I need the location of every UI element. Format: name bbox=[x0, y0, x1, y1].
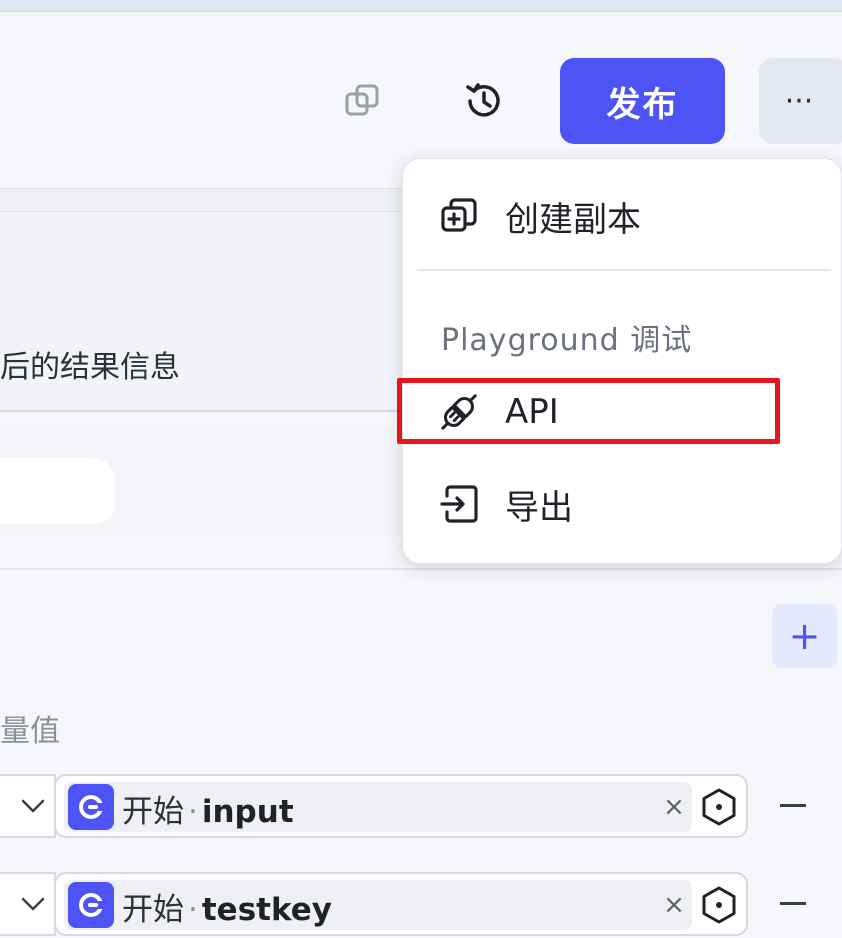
more-options-button[interactable]: ··· bbox=[759, 58, 842, 144]
menu-item-duplicate[interactable]: 创建副本 bbox=[421, 181, 831, 251]
hexagon-icon bbox=[702, 788, 736, 826]
minus-icon bbox=[780, 901, 806, 905]
chevron-down-icon bbox=[21, 799, 45, 813]
section-divider bbox=[0, 568, 842, 570]
menu-group-label: Playground 调试 bbox=[441, 323, 693, 358]
variable-name: testkey bbox=[201, 892, 332, 928]
menu-item-export[interactable]: 导出 bbox=[421, 469, 831, 539]
history-button[interactable] bbox=[458, 72, 510, 130]
param-row: 开始 · testkey × bbox=[0, 872, 842, 936]
variable-value-label: 量值 bbox=[0, 714, 60, 749]
reference-tag: 开始 · input × bbox=[64, 782, 692, 832]
variable-name: input bbox=[201, 794, 294, 830]
hexagon-icon bbox=[702, 886, 736, 924]
node-name: 开始 bbox=[122, 892, 184, 928]
variable-picker-button[interactable] bbox=[698, 884, 740, 926]
param-row: 开始 · input × bbox=[0, 774, 842, 838]
reference-text: 开始 · testkey bbox=[122, 884, 332, 929]
remove-param-button[interactable] bbox=[774, 884, 812, 922]
output-input-field[interactable] bbox=[0, 458, 115, 524]
duplicate-icon bbox=[439, 196, 479, 236]
node-name: 开始 bbox=[122, 794, 184, 830]
panel-header-divider bbox=[0, 188, 420, 212]
copy-icon bbox=[345, 84, 379, 116]
minus-icon bbox=[780, 803, 806, 807]
reference-tag: 开始 · testkey × bbox=[64, 880, 692, 930]
separator: · bbox=[188, 794, 198, 830]
start-node-icon bbox=[68, 882, 114, 928]
add-variable-button[interactable]: + bbox=[772, 604, 837, 668]
separator: · bbox=[188, 892, 198, 928]
publish-button[interactable]: 发布 bbox=[560, 58, 725, 144]
more-options-menu: 创建副本 Playground 调试 API 导出 bbox=[402, 158, 842, 564]
type-select[interactable] bbox=[0, 774, 56, 838]
output-description-text: 后的结果信息 bbox=[0, 350, 180, 385]
variable-picker-button[interactable] bbox=[698, 786, 740, 828]
export-icon bbox=[439, 484, 479, 524]
chevron-down-icon bbox=[21, 897, 45, 911]
window-top-strip bbox=[0, 0, 842, 12]
history-icon bbox=[466, 83, 500, 117]
reference-text: 开始 · input bbox=[122, 786, 294, 831]
clear-reference-button[interactable]: × bbox=[658, 888, 690, 922]
menu-item-label: 导出 bbox=[505, 487, 573, 528]
type-select[interactable] bbox=[0, 872, 56, 936]
menu-divider bbox=[417, 269, 831, 271]
remove-param-button[interactable] bbox=[774, 786, 812, 824]
clear-reference-button[interactable]: × bbox=[658, 790, 690, 824]
copy-button[interactable] bbox=[338, 74, 386, 128]
reference-value-field[interactable]: 开始 · testkey × bbox=[54, 872, 748, 936]
reference-value-field[interactable]: 开始 · input × bbox=[54, 774, 748, 838]
menu-item-label: 创建副本 bbox=[505, 199, 641, 240]
start-node-icon bbox=[68, 784, 114, 830]
api-highlight-annotation bbox=[397, 378, 780, 444]
